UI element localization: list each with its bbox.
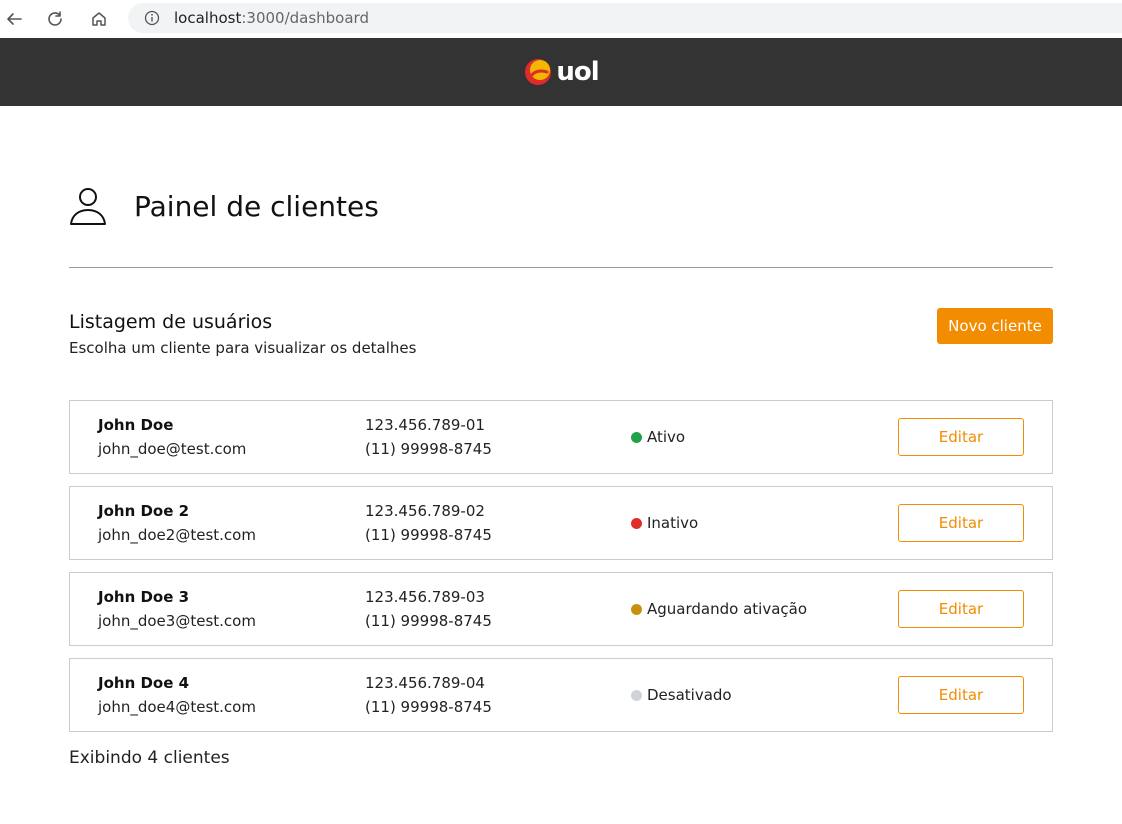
client-status: Desativado	[631, 686, 732, 704]
client-cpf: 123.456.789-01	[365, 416, 485, 434]
app-header: uol	[0, 38, 1122, 106]
url-host: localhost	[174, 9, 242, 27]
status-dot-icon	[631, 603, 642, 615]
edit-button[interactable]: Editar	[898, 418, 1024, 456]
edit-button[interactable]: Editar	[898, 590, 1024, 628]
client-status: Inativo	[631, 514, 698, 532]
address-bar[interactable]: localhost:3000/dashboard	[128, 3, 1122, 33]
url-text: localhost:3000/dashboard	[174, 9, 369, 27]
status-label: Aguardando ativação	[647, 600, 807, 618]
client-status: Ativo	[631, 428, 685, 446]
status-dot-icon	[631, 517, 642, 529]
section-title: Listagem de usuários	[69, 311, 273, 333]
client-count-text: Exibindo 4 clientes	[69, 748, 230, 768]
client-cpf: 123.456.789-02	[365, 502, 485, 520]
browser-toolbar: localhost:3000/dashboard	[0, 0, 1122, 38]
uol-logo-mark-icon	[525, 59, 552, 85]
home-icon	[92, 12, 106, 26]
client-email: john_doe2@test.com	[98, 526, 256, 544]
page-title: Painel de clientes	[134, 189, 379, 223]
title-divider	[69, 267, 1053, 268]
client-row[interactable]: John Doe 2 john_doe2@test.com 123.456.78…	[69, 486, 1053, 560]
client-email: john_doe3@test.com	[98, 612, 256, 630]
status-dot-icon	[631, 689, 642, 701]
back-button[interactable]	[0, 5, 28, 33]
status-label: Ativo	[647, 428, 686, 446]
section-subtitle: Escolha um cliente para visualizar os de…	[69, 339, 417, 357]
edit-button[interactable]: Editar	[898, 504, 1024, 542]
home-button[interactable]	[85, 5, 113, 33]
reload-button[interactable]	[41, 5, 69, 33]
new-client-button[interactable]: Novo cliente	[937, 308, 1053, 344]
client-name: John Doe 4	[98, 674, 190, 692]
client-name: John Doe	[98, 416, 174, 434]
client-email: john_doe@test.com	[98, 440, 247, 458]
client-email: john_doe4@test.com	[98, 698, 256, 716]
user-icon	[70, 188, 106, 225]
client-phone: (11) 99998-8745	[365, 440, 492, 458]
page-title-row: Painel de clientes	[69, 186, 379, 226]
client-list: John Doe john_doe@test.com 123.456.789-0…	[69, 400, 1053, 744]
client-cpf: 123.456.789-04	[365, 674, 485, 692]
status-label: Desativado	[647, 686, 732, 704]
client-row[interactable]: John Doe 3 john_doe3@test.com 123.456.78…	[69, 572, 1053, 646]
status-dot-icon	[631, 431, 642, 443]
uol-logo-text: uol	[556, 57, 599, 87]
uol-logo[interactable]: uol	[523, 57, 600, 87]
back-arrow-icon	[7, 13, 22, 25]
site-info-icon[interactable]	[144, 10, 160, 26]
client-row[interactable]: John Doe john_doe@test.com 123.456.789-0…	[69, 400, 1053, 474]
url-path: :3000/dashboard	[241, 9, 369, 27]
client-phone: (11) 99998-8745	[365, 526, 492, 544]
status-label: Inativo	[647, 514, 699, 532]
client-name: John Doe 2	[98, 502, 190, 520]
client-phone: (11) 99998-8745	[365, 612, 492, 630]
client-status: Aguardando ativação	[631, 600, 807, 618]
client-row[interactable]: John Doe 4 john_doe4@test.com 123.456.78…	[69, 658, 1053, 732]
reload-icon	[48, 11, 62, 26]
client-phone: (11) 99998-8745	[365, 698, 492, 716]
client-name: John Doe 3	[98, 588, 190, 606]
edit-button[interactable]: Editar	[898, 676, 1024, 714]
client-cpf: 123.456.789-03	[365, 588, 485, 606]
